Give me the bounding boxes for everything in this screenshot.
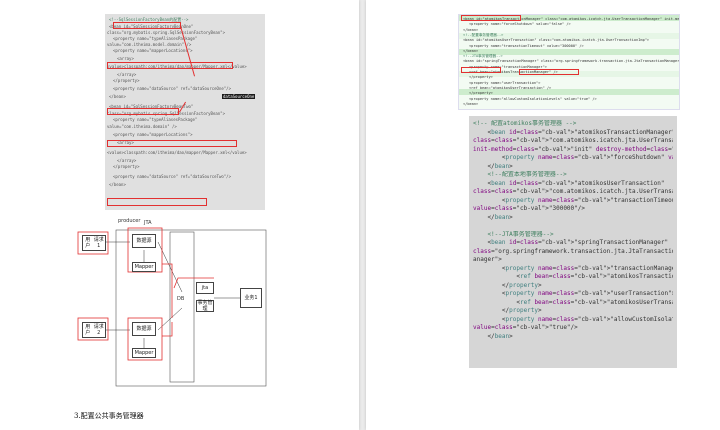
annotation-box bbox=[107, 108, 179, 115]
code-line: <!-- 配置atomikos事务管理器 --> bbox=[473, 120, 577, 127]
document-page-left: <!--SqlSessionFactoryBean的配置--> <bean id=… bbox=[0, 0, 359, 430]
annotation-box bbox=[113, 22, 181, 29]
shot-code-line: </property> bbox=[469, 75, 493, 80]
annotation-box bbox=[461, 15, 521, 21]
code-line: </bean> bbox=[473, 332, 513, 340]
code-line: class="org.springframework.transaction.j… bbox=[473, 247, 673, 255]
code-line: class=class="cb-val">"com.atomikos.icatc… bbox=[473, 188, 673, 195]
code-line: <property name=class="cb-val">"transacti… bbox=[473, 196, 673, 204]
shot-code-line: <bean id="atomikosUserTransaction" class… bbox=[463, 38, 650, 43]
document-page-right: <bean id="atomikosTransactionManager" cl… bbox=[366, 0, 720, 430]
diagram-mapper-top: Mapper bbox=[132, 262, 156, 272]
code-line: anager"> bbox=[473, 256, 502, 263]
client-bottom-label: 用户 bbox=[85, 324, 91, 336]
code-line: <!--配置本地事务管理器--> bbox=[473, 171, 567, 178]
code-line: value=class="cb-val">"true"/> bbox=[473, 324, 578, 331]
annotation-box bbox=[519, 69, 579, 75]
section-heading: 3.配置公共事务管理器 bbox=[74, 412, 144, 420]
diagram-top-label: producer bbox=[118, 218, 141, 224]
code-line: </bean> bbox=[473, 162, 513, 170]
code-line: init-method=class="cb-val">"init" destro… bbox=[473, 145, 673, 153]
shot-code-line: <!--配置事务管理器--> bbox=[463, 32, 504, 37]
code-line: value=class="cb-val">"300000"/> bbox=[473, 205, 585, 212]
diagram-client-top: 用户 请求1 bbox=[82, 235, 106, 251]
code-line: value="com.itheima.domain" /> bbox=[107, 124, 177, 129]
code-line: <property name="dataSource" ref="dataSou… bbox=[113, 86, 232, 91]
diagram-datasource-bottom: 数据源 bbox=[132, 322, 156, 336]
code-line: <property name="dataSource" ref="dataSou… bbox=[113, 174, 232, 179]
client-bottom-sub: 请求2 bbox=[93, 324, 104, 336]
config-screenshot-image: <bean id="atomikosTransactionManager" cl… bbox=[458, 14, 680, 110]
shot-code-line: <property name="forceShutdown" value="fa… bbox=[469, 22, 571, 27]
shot-code-line: <bean id="springTransactionManager" clas… bbox=[463, 59, 680, 64]
annotation-box bbox=[107, 198, 207, 206]
code-line: <property name="typeAliasesPackage" bbox=[113, 117, 198, 122]
xml-code-block: <!-- 配置atomikos事务管理器 --> <bean id=class=… bbox=[469, 116, 677, 368]
shot-code-line: </bean> bbox=[463, 101, 479, 106]
diagram-db-label: DB bbox=[177, 296, 185, 302]
code-line: </property> bbox=[113, 164, 140, 169]
code-line: <property name="mapperLocations"> bbox=[113, 132, 193, 137]
code-line: <property name=class="cb-val">"transacti… bbox=[473, 264, 673, 272]
code-line: <property name="mapperLocations"> bbox=[113, 48, 193, 53]
shot-code-line: <property name="allowCustomIsolationLeve… bbox=[469, 96, 597, 101]
code-line: </bean> bbox=[109, 94, 126, 99]
code-line: </bean> bbox=[473, 213, 513, 221]
diagram-jta-label: JTA bbox=[144, 220, 152, 226]
code-line: </array> bbox=[117, 158, 137, 163]
document-viewer: <!--SqlSessionFactoryBean的配置--> <bean id=… bbox=[0, 0, 720, 430]
code-line: </array> bbox=[117, 72, 137, 77]
diagram-datasource-top: 数据源 bbox=[132, 234, 156, 248]
architecture-diagram: producer 用户 请求1 数据源 Mapper 用户 请求2 数据源 Ma… bbox=[74, 218, 288, 390]
annotation-box bbox=[107, 62, 233, 69]
shot-code-line: <!--JTA事务管理器--> bbox=[463, 54, 503, 59]
code-line: <bean id=class="cb-val">"atomikosTransac… bbox=[473, 128, 673, 136]
shot-code-line: <ref bean="atomikosUserTransaction" /> bbox=[469, 85, 552, 90]
code-line: <bean id=class="cb-val">"springTransacti… bbox=[473, 239, 669, 246]
code-line: </bean> bbox=[109, 182, 126, 187]
annotation-box bbox=[107, 140, 237, 147]
client-top-label: 用户 bbox=[85, 237, 91, 249]
shot-code-line: </bean> bbox=[463, 27, 479, 32]
code-line: <bean id=class="cb-val">"atomikosUserTra… bbox=[473, 179, 665, 187]
diagram-jta-box: jta bbox=[196, 282, 214, 294]
highlighted-ref: dataSourceOne bbox=[222, 94, 256, 99]
code-line: class=class="cb-val">"com.atomikos.icatc… bbox=[473, 137, 673, 144]
code-line: value="com.itheima.model.domain" /> bbox=[107, 42, 192, 47]
code-screenshot-image: <!--SqlSessionFactoryBean的配置--> <bean id=… bbox=[105, 14, 265, 210]
shot-code-line: <property name="transactionTimeout" valu… bbox=[469, 43, 584, 48]
code-line: class="org.mybatis.spring.SqlSessionFact… bbox=[107, 30, 226, 35]
code-line: <property name=class="cb-val">"forceShut… bbox=[473, 154, 673, 161]
code-line: <!--JTA事务管理器--> bbox=[473, 230, 554, 238]
shot-code-line: </property> bbox=[469, 91, 493, 96]
diagram-business-box: 业务1 bbox=[240, 288, 262, 308]
diagram-atomikos-box: 事务管理 bbox=[196, 300, 214, 312]
code-line: <array> bbox=[117, 56, 134, 61]
code-line: <property name=class="cb-val">"userTrans… bbox=[473, 290, 673, 297]
code-line: </property> bbox=[473, 307, 542, 314]
diagram-client-bottom: 用户 请求2 bbox=[82, 322, 106, 338]
code-line: </property> bbox=[113, 78, 140, 83]
code-line: </property> bbox=[473, 281, 542, 289]
shot-code-line: <property name="userTransaction"> bbox=[469, 80, 541, 85]
code-line: <ref bean=class="cb-val">"atomikosTransa… bbox=[473, 273, 673, 280]
shot-code-line: </bean> bbox=[463, 48, 479, 53]
code-line: <value>classpath:com/itheima/dao/mapper/… bbox=[107, 150, 247, 155]
code-line: <property name=class="cb-val">"allowCust… bbox=[473, 315, 673, 323]
diagram-mapper-bottom: Mapper bbox=[132, 348, 156, 358]
client-top-sub: 请求1 bbox=[93, 237, 104, 249]
code-line: <ref bean=class="cb-val">"atomikosUserTr… bbox=[473, 298, 673, 306]
annotation-box bbox=[461, 67, 501, 73]
